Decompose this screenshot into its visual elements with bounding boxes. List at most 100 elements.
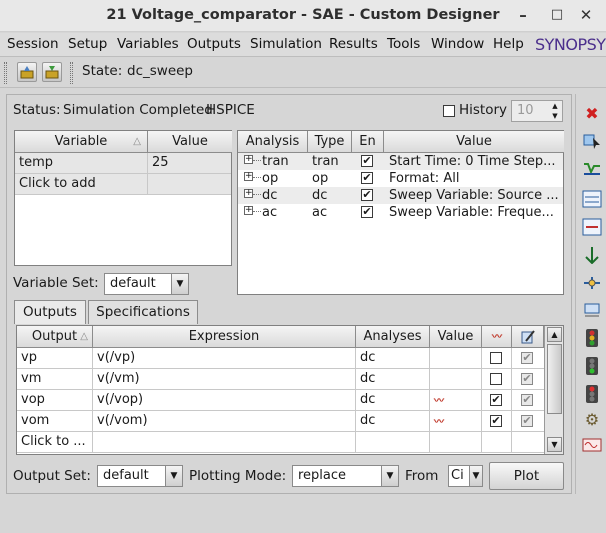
menu-outputs[interactable]: Outputs — [187, 36, 241, 52]
analyses-header-value[interactable]: Value — [384, 131, 564, 153]
tree-connector — [253, 194, 261, 195]
model-icon[interactable] — [581, 274, 603, 294]
table-row[interactable]: + dc dc ✔ Sweep Variable: Source ... — [238, 187, 563, 204]
waveform-icon: 〰 — [492, 332, 502, 343]
plot-checkbox[interactable] — [490, 373, 502, 385]
plot-waveform-header-icon[interactable]: 〰 — [482, 326, 512, 348]
history-checkbox[interactable] — [443, 105, 455, 117]
tab-specifications[interactable]: Specifications — [88, 300, 198, 324]
plotting-mode-label: Plotting Mode: — [189, 468, 287, 484]
menu-help[interactable]: Help — [493, 36, 524, 52]
outputs-header-output[interactable]: Output △ — [17, 326, 93, 348]
maximize-button[interactable]: □ — [548, 6, 566, 24]
menu-results[interactable]: Results — [329, 36, 378, 52]
toolbar-grip[interactable] — [4, 62, 7, 84]
spin-up-icon[interactable]: ▲ — [548, 101, 562, 111]
expand-icon[interactable]: + — [244, 206, 253, 215]
outputs-scrollbar[interactable]: ▲ ▼ — [544, 326, 563, 454]
plot-cell — [482, 432, 512, 452]
table-row[interactable]: + op op ✔ Format: All — [238, 170, 563, 187]
table-row[interactable]: Click to add — [15, 174, 231, 195]
menu-simulation[interactable]: Simulation — [250, 36, 322, 52]
scroll-up-icon[interactable]: ▲ — [547, 327, 562, 342]
stop-icon[interactable] — [581, 300, 603, 320]
save-checkbox[interactable]: ✔ — [521, 394, 533, 406]
netlist-icon[interactable] — [581, 246, 603, 266]
scroll-down-icon[interactable]: ▼ — [547, 437, 562, 452]
table-row[interactable]: vp v(/vp) dc ✔ — [17, 348, 544, 369]
table-row[interactable]: vom v(/vom) dc 〰 ✔ ✔ — [17, 411, 544, 432]
output-set-select[interactable]: default ▼ — [97, 465, 183, 487]
analyses-header-analysis[interactable]: Analysis — [238, 131, 308, 153]
tran-ac-icon[interactable] — [581, 190, 603, 210]
from-select[interactable]: Ci ▼ — [448, 465, 483, 487]
waveform-icon[interactable]: 〰 — [434, 396, 444, 407]
toolbar-grip-2[interactable] — [70, 62, 73, 84]
analysis-value: Start Time: 0 Time Step... — [389, 154, 556, 169]
output-name: vom — [17, 411, 93, 431]
status-text: Simulation Completed — [63, 102, 213, 118]
variable-set-select[interactable]: default ▼ — [104, 273, 189, 295]
analyses-header-enabled[interactable]: En — [352, 131, 384, 153]
sort-up-icon: △ — [133, 136, 141, 147]
chevron-down-icon: ▼ — [469, 466, 482, 486]
outputs-header-expression[interactable]: Expression — [93, 326, 356, 348]
scroll-thumb[interactable] — [547, 344, 562, 414]
outputs-header-value[interactable]: Value — [430, 326, 482, 348]
menu-window[interactable]: Window — [431, 36, 484, 52]
expand-icon[interactable]: + — [244, 155, 253, 164]
outputs-header-analyses[interactable]: Analyses — [356, 326, 430, 348]
menu-setup[interactable]: Setup — [68, 36, 107, 52]
traffic-light-green-icon[interactable] — [581, 356, 603, 376]
save-checkbox[interactable]: ✔ — [521, 373, 533, 385]
waveform-icon[interactable] — [581, 436, 603, 456]
table-row[interactable]: temp 25 — [15, 153, 231, 174]
table-row[interactable]: + ac ac ✔ Sweep Variable: Freque... — [238, 204, 563, 221]
close-button[interactable]: ✕ — [577, 6, 595, 24]
run-icon[interactable] — [581, 160, 603, 180]
select-icon[interactable] — [581, 132, 603, 152]
traffic-light-icon[interactable] — [581, 328, 603, 348]
history-spinbox[interactable]: 10 ▲ ▼ — [511, 100, 563, 122]
plot-button[interactable]: Plot — [489, 462, 564, 490]
variables-header-value[interactable]: Value — [148, 131, 232, 153]
analysis-enabled-checkbox[interactable]: ✔ — [361, 189, 373, 201]
traffic-light-red-icon[interactable] — [581, 384, 603, 404]
menu-session[interactable]: Session — [7, 36, 59, 52]
param-icon[interactable] — [581, 218, 603, 238]
save-session-icon[interactable] — [42, 62, 62, 82]
plotting-mode-select[interactable]: replace ▼ — [292, 465, 399, 487]
table-row[interactable]: Click to ... — [17, 432, 544, 453]
save-checkbox[interactable]: ✔ — [521, 415, 533, 427]
analysis-enabled-checkbox[interactable]: ✔ — [361, 172, 373, 184]
table-row[interactable]: vop v(/vop) dc 〰 ✔ ✔ — [17, 390, 544, 411]
menu-tools[interactable]: Tools — [387, 36, 420, 52]
variable-name: temp — [15, 153, 148, 173]
analysis-type: ac — [312, 205, 328, 220]
variables-header-variable[interactable]: Variable △ — [15, 131, 148, 153]
analyses-header-type[interactable]: Type — [308, 131, 352, 153]
close-icon[interactable]: ✖ — [581, 104, 603, 124]
tab-outputs[interactable]: Outputs — [14, 300, 86, 324]
expand-icon[interactable]: + — [244, 189, 253, 198]
plot-checkbox[interactable] — [490, 352, 502, 364]
plot-checkbox[interactable]: ✔ — [490, 415, 502, 427]
output-expression: v(/vop) — [93, 390, 356, 410]
plot-checkbox[interactable]: ✔ — [490, 394, 502, 406]
waveform-icon[interactable]: 〰 — [434, 417, 444, 428]
settings-icon[interactable]: ⚙ — [581, 410, 603, 430]
save-checkbox[interactable]: ✔ — [521, 352, 533, 364]
chevron-down-icon: ▼ — [165, 466, 182, 486]
analysis-enabled-checkbox[interactable]: ✔ — [361, 206, 373, 218]
output-name: vop — [17, 390, 93, 410]
table-row[interactable]: vm v(/vm) dc ✔ — [17, 369, 544, 390]
open-session-icon[interactable] — [17, 62, 37, 82]
expand-icon[interactable]: + — [244, 172, 253, 181]
minimize-button[interactable]: – — [514, 6, 532, 24]
output-analyses: dc — [356, 411, 430, 431]
analysis-enabled-checkbox[interactable]: ✔ — [361, 155, 373, 167]
save-header-icon[interactable] — [512, 326, 544, 348]
spin-down-icon[interactable]: ▼ — [548, 111, 562, 121]
menu-variables[interactable]: Variables — [117, 36, 179, 52]
table-row[interactable]: + tran tran ✔ Start Time: 0 Time Step... — [238, 153, 563, 170]
